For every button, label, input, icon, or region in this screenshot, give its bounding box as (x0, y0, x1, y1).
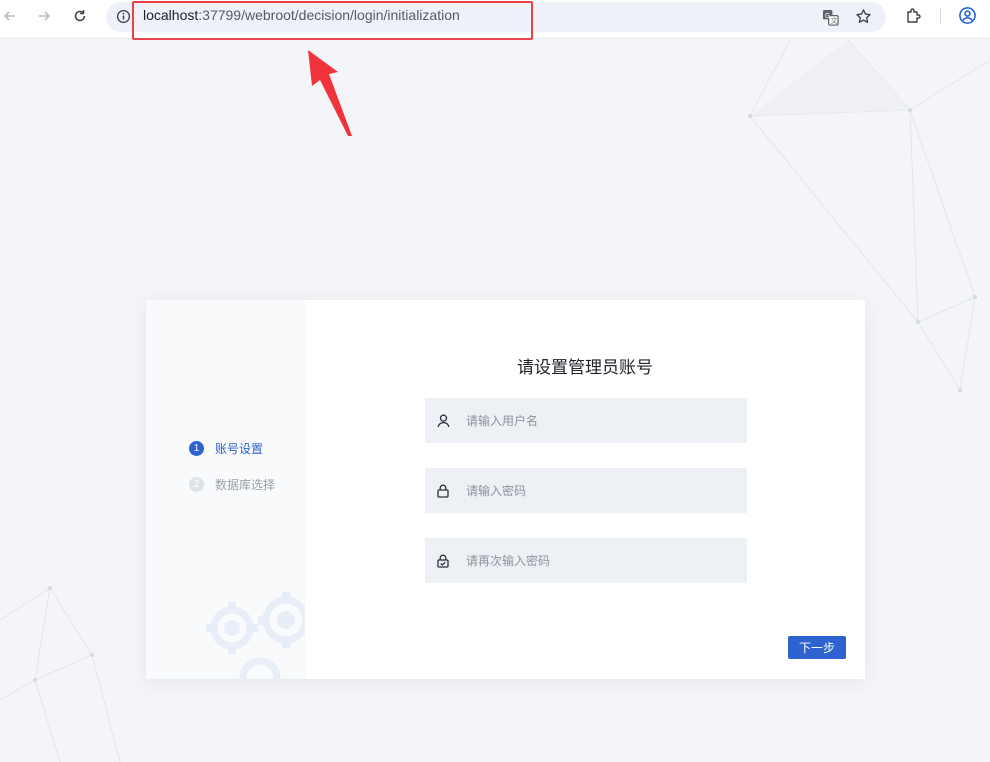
toolbar-divider (940, 8, 941, 24)
steps-sidebar: 1 账号设置 2 数据库选择 (146, 300, 305, 679)
annotation-arrow (308, 50, 352, 136)
username-input[interactable] (464, 412, 718, 429)
step-label: 账号设置 (215, 442, 264, 456)
star-icon[interactable] (855, 8, 872, 29)
next-button[interactable]: 下一步 (788, 636, 846, 659)
gears-icon (206, 592, 305, 679)
svg-text:文: 文 (831, 16, 838, 25)
step-account-settings[interactable]: 1 账号设置 (189, 440, 263, 457)
setup-card: 1 账号设置 2 数据库选择 请设置管理员账号 请输入用户名 下一步 (146, 300, 865, 679)
page-title: 请设置管理员账号 (517, 358, 653, 377)
step-label: 数据库选择 (215, 478, 276, 492)
profile-icon[interactable] (958, 6, 977, 29)
confirm-password-field[interactable] (425, 538, 747, 583)
confirm-password-input[interactable] (464, 552, 718, 569)
svg-text:G: G (825, 12, 830, 20)
annotation-highlight-box (132, 1, 533, 40)
step-number: 2 (189, 477, 204, 492)
translate-icon[interactable]: G文 (822, 9, 839, 30)
lock-check-icon (436, 554, 450, 568)
extensions-icon[interactable] (905, 7, 923, 29)
back-icon[interactable] (0, 5, 24, 27)
step-number: 1 (189, 441, 204, 456)
reload-icon[interactable] (66, 5, 94, 27)
username-field[interactable] (425, 398, 747, 443)
password-input[interactable] (464, 482, 718, 499)
password-field[interactable] (425, 468, 747, 513)
info-icon[interactable] (116, 9, 131, 28)
lock-icon (436, 484, 450, 498)
user-icon (436, 414, 450, 428)
step-database-selection[interactable]: 2 数据库选择 (189, 476, 275, 493)
forward-icon[interactable] (30, 5, 58, 27)
